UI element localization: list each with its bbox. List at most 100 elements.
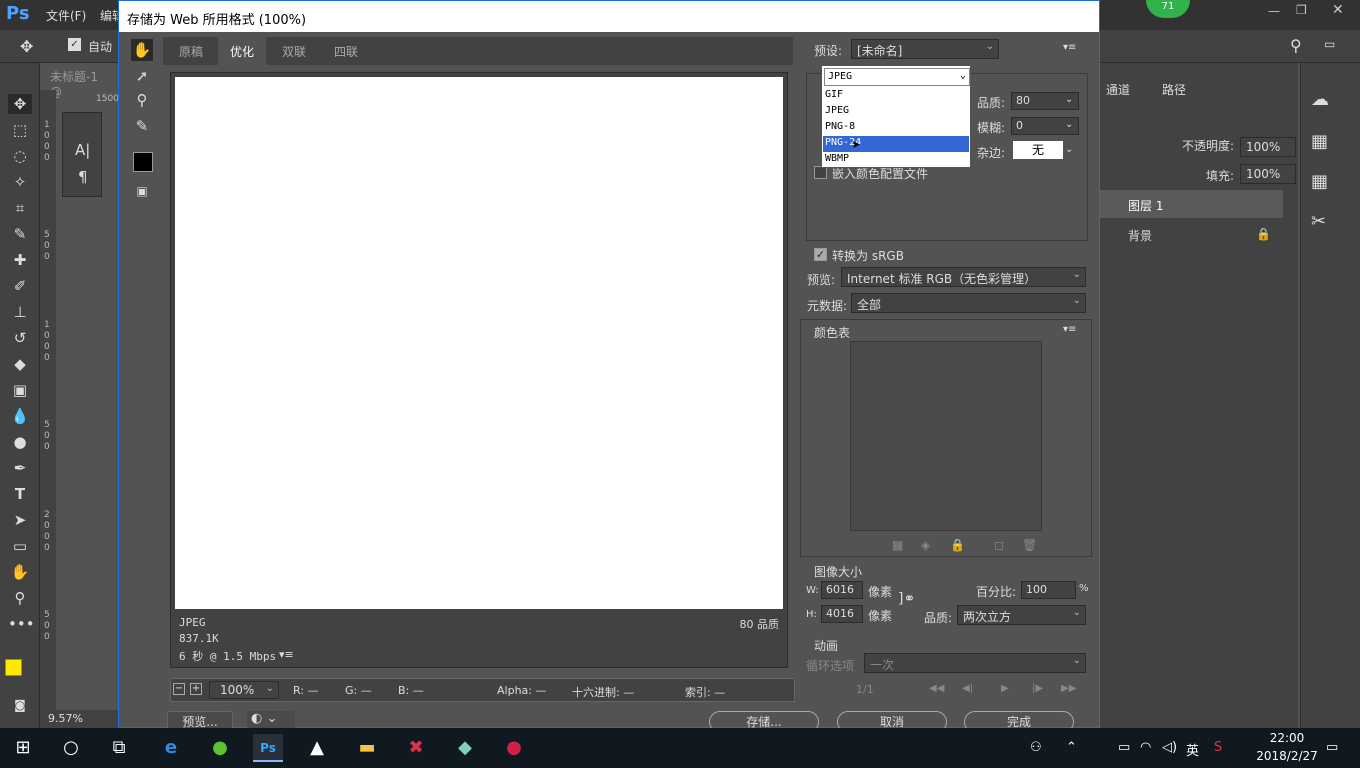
libraries-icon[interactable]: ☁ [1311,89,1329,110]
tab-4up[interactable]: 四联 [322,37,370,65]
tools-icon[interactable]: ✂ [1311,211,1326,232]
photoshop-icon[interactable]: Ps [253,734,283,762]
format-option[interactable]: JPEG [823,104,969,120]
brush-tool-icon[interactable]: ✐ [8,276,32,296]
task-view-icon[interactable]: ⧉ [104,734,134,762]
tab-paths[interactable]: 路径 [1162,81,1186,98]
path-select-icon[interactable]: ➤ [8,510,32,530]
zoom-select[interactable]: 100% ⌄ [209,681,279,699]
tab-channels[interactable]: 通道 [1106,81,1130,98]
fill-field[interactable]: 100% [1240,164,1296,184]
battery-icon[interactable]: ▭ [1118,740,1130,755]
lock-color-icon[interactable]: 🔒 [950,538,965,552]
zoom-tool-icon[interactable]: ⚲ [131,89,153,111]
clock-date[interactable]: 2018/2/27 [1252,749,1322,763]
search-icon[interactable]: ○ [56,734,86,762]
eyedropper-color[interactable] [133,152,153,172]
zoom-tool-icon[interactable]: ⚲ [8,588,32,608]
hand-tool-icon[interactable]: ✋ [8,562,32,582]
map-transparent-icon[interactable]: ▩ [892,538,903,552]
matte-swatch[interactable]: 无 [1013,141,1063,159]
quick-mask-icon[interactable]: ◙ [8,695,32,715]
blur-tool-icon[interactable]: 💧 [8,406,32,426]
web-shift-icon[interactable]: ◈ [921,538,930,552]
wifi-icon[interactable]: ◠ [1140,740,1151,755]
swatches-icon[interactable]: ▦ [1311,131,1328,152]
metadata-select[interactable]: 全部 ⌄ [851,293,1086,313]
height-field[interactable]: 4016 [821,605,863,623]
autoselect-checkbox[interactable]: ✓ [68,38,81,51]
dodge-tool-icon[interactable]: ● [8,432,32,452]
preview-select[interactable]: Internet 标准 RGB（无色彩管理） ⌄ [841,267,1086,287]
zoom-in-button[interactable]: + [190,683,202,695]
color-table-menu-icon[interactable]: ▾≡ [1063,324,1076,335]
slice-select-icon[interactable]: ➚ [131,65,153,87]
app-icon[interactable]: ● [499,734,529,762]
preset-select[interactable]: [未命名] ⌄ [851,39,999,59]
clock-time[interactable]: 22:00 [1252,731,1322,745]
trash-icon[interactable]: 🗑 [1022,538,1037,552]
marquee-tool-icon[interactable]: ⬚ [8,120,32,140]
magic-wand-tool-icon[interactable]: ✧ [8,172,32,192]
format-option-selected[interactable]: PNG-24 [823,136,969,152]
browser-icon[interactable]: ● [205,734,235,762]
next-frame-icon[interactable]: |▶ [1032,683,1043,694]
document-tab[interactable]: 未标题-1 @ [40,63,120,99]
shape-tool-icon[interactable]: ▭ [8,536,32,556]
character-icon[interactable]: A| [75,141,90,159]
close-icon[interactable]: ✕ [1332,2,1344,18]
edge-icon[interactable]: e [156,734,186,762]
percent-field[interactable]: 100 [1021,581,1076,599]
search-icon[interactable]: ⚲ [1290,36,1302,55]
hand-tool-icon[interactable]: ✋ [131,39,153,61]
sogou-icon[interactable]: S [1214,740,1222,755]
new-color-icon[interactable]: ◻ [994,538,1004,552]
ime-indicator[interactable]: 英 [1186,740,1199,759]
healing-tool-icon[interactable]: ✚ [8,250,32,270]
file-explorer-icon[interactable]: ▬ [352,734,382,762]
app-icon[interactable]: ✖ [401,734,431,762]
play-icon[interactable]: ▶ [1001,683,1009,694]
foreground-color[interactable] [5,659,22,676]
tab-original[interactable]: 原稿 [167,37,215,65]
app-icon[interactable]: ◆ [450,734,480,762]
lasso-tool-icon[interactable]: ◌ [8,146,32,166]
chevron-down-icon[interactable]: ⌄ [1065,144,1073,155]
first-frame-icon[interactable]: ◀◀ [929,683,944,694]
format-option[interactable]: WBMP [823,152,969,168]
zoom-out-button[interactable]: − [173,683,185,695]
stamp-tool-icon[interactable]: ⊥ [8,302,32,322]
grid-icon[interactable]: ▦ [1311,171,1328,192]
width-field[interactable]: 6016 [821,581,863,599]
resample-quality-select[interactable]: 两次立方 ⌄ [957,605,1086,625]
menu-file[interactable]: 文件(F) [46,7,86,24]
opacity-field[interactable]: 100% [1240,137,1296,157]
chevron-down-icon[interactable]: ⌄ [1065,119,1073,130]
workspace-icon[interactable]: ▭ [1324,37,1335,51]
minimize-icon[interactable]: — [1268,4,1280,18]
format-select[interactable]: JPEG ⌄ [824,68,970,86]
history-brush-icon[interactable]: ↺ [8,328,32,348]
tab-optimized[interactable]: 优化 [218,37,267,65]
last-frame-icon[interactable]: ▶▶ [1061,683,1076,694]
more-tools-icon[interactable]: ••• [8,614,35,634]
tab-2up[interactable]: 双联 [270,37,318,65]
format-option[interactable]: GIF [823,88,969,104]
restore-icon[interactable]: ❐ [1296,3,1307,17]
eyedropper-tool-icon[interactable]: ✎ [8,224,32,244]
windows-start-icon[interactable]: ⊞ [8,734,38,762]
crop-tool-icon[interactable]: ⌗ [8,198,32,218]
move-tool-icon[interactable]: ✥ [8,94,32,114]
chevron-down-icon[interactable]: ⌄ [1065,94,1073,105]
preview-canvas[interactable] [175,77,783,609]
preset-menu-icon[interactable]: ▾≡ [1063,42,1076,53]
layer-row[interactable]: 背景 🔒 [1098,220,1283,248]
link-icon[interactable]: ]⚭ [898,591,915,607]
type-tool-icon[interactable]: T [8,484,32,504]
layer-row[interactable]: 图层 1 [1098,190,1283,218]
paragraph-icon[interactable]: ¶ [78,168,88,186]
notification-icon[interactable]: ▭ [1326,740,1338,755]
eyedropper-tool-icon[interactable]: ✎ [131,115,153,137]
format-option[interactable]: PNG-8 [823,120,969,136]
pen-tool-icon[interactable]: ✒ [8,458,32,478]
